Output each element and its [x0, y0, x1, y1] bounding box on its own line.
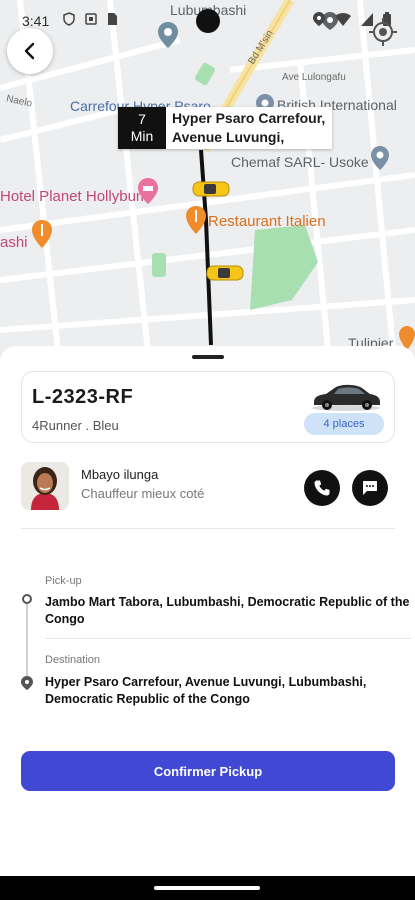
destination-address: Hyper Psaro Carrefour, Avenue Luvungi, L…	[45, 675, 367, 706]
eta-unit: Min	[130, 128, 154, 144]
camera-cutout	[196, 9, 220, 33]
notification-icon	[85, 13, 97, 25]
status-icons	[62, 12, 118, 26]
pickup-address: Jambo Mart Tabora, Lubumbashi, Democrati…	[45, 595, 410, 626]
map-label-chemaf: Chemaf SARL- Usoke	[231, 154, 369, 170]
driver-name: Mbayo ilunga	[81, 467, 159, 482]
driver-rating-label: Chauffeur mieux coté	[81, 486, 205, 501]
map-label-restaurant: Restaurant Italien	[208, 213, 326, 230]
restaurant-icon	[32, 220, 52, 248]
driver-info: Mbayo ilunga Chauffeur mieux coté	[21, 462, 395, 514]
call-driver-button[interactable]	[304, 470, 340, 506]
map-label-ashi: ashi	[0, 234, 28, 251]
arrow-left-icon	[24, 42, 35, 60]
license-plate: L-2323-RF	[32, 386, 134, 408]
map-label-ave: Ave Lulongafu	[282, 72, 346, 83]
phone-icon	[314, 480, 330, 496]
sim-icon	[108, 13, 117, 25]
chat-icon	[363, 481, 377, 495]
ride-details-sheet: L-2323-RF 4Runner . Bleu 4 places Mbayo …	[0, 346, 415, 876]
location-pin-icon	[371, 146, 389, 170]
home-gesture-bar[interactable]	[154, 886, 260, 890]
confirm-pickup-button[interactable]: Confirmer Pickup	[21, 751, 395, 791]
back-button[interactable]	[7, 28, 53, 74]
shield-icon	[63, 12, 75, 26]
status-bar: 3:41	[0, 0, 415, 40]
destination-label: Destination	[45, 654, 101, 666]
status-time: 3:41	[22, 13, 50, 29]
pickup-label: Pick-up	[45, 575, 82, 587]
car-icon	[312, 384, 380, 411]
vehicle-description: 4Runner . Bleu	[32, 418, 119, 433]
my-location-icon	[369, 18, 397, 46]
eta-destination: Hyper Psaro Carrefour, Avenue Luvungi,	[166, 107, 332, 149]
section-divider	[21, 528, 395, 529]
route-connector-line	[26, 601, 28, 681]
eta-marker: 7 Min Hyper Psaro Carrefour, Avenue Luvu…	[118, 107, 332, 149]
map-view[interactable]: Lubumbashi Bd M'sin Ave Lulongafu Naelo …	[0, 0, 415, 370]
sheet-drag-handle[interactable]	[192, 355, 224, 359]
message-driver-button[interactable]	[352, 470, 388, 506]
vehicle-card: L-2323-RF 4Runner . Bleu 4 places	[21, 371, 395, 443]
system-nav-bar	[0, 876, 415, 900]
taxi-icon	[206, 265, 244, 281]
seats-badge: 4 places	[304, 413, 384, 435]
taxi-icon	[192, 181, 230, 197]
location-icon	[313, 12, 325, 26]
pickup-dot-icon	[22, 594, 32, 604]
driver-avatar	[21, 462, 69, 510]
hotel-icon	[138, 178, 158, 204]
wifi-icon	[335, 12, 351, 26]
restaurant-icon	[186, 206, 206, 234]
eta-time: 7 Min	[118, 107, 166, 149]
my-location-button[interactable]	[365, 14, 401, 50]
pin-icon	[21, 676, 33, 690]
route-separator	[45, 638, 411, 639]
eta-value: 7	[138, 111, 146, 127]
map-label-hotel: Hotel Planet Hollybum	[0, 188, 149, 205]
